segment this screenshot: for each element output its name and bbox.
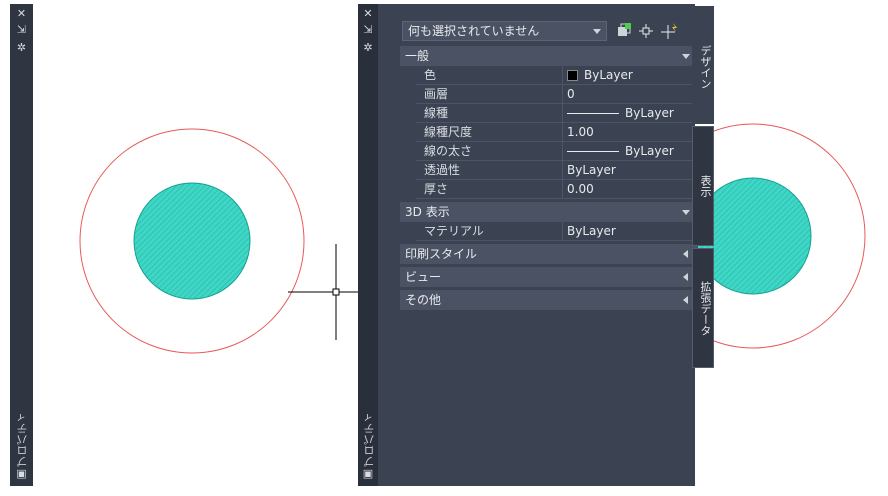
- property-value[interactable]: ByLayer: [562, 161, 698, 179]
- chevron-left-icon: [683, 273, 688, 281]
- section-general[interactable]: 一般: [400, 46, 698, 66]
- settings-icon[interactable]: ✲: [358, 42, 378, 54]
- section-plot-style[interactable]: 印刷スタイル: [400, 244, 698, 264]
- property-row-transparency[interactable]: 透過性 ByLayer: [416, 161, 698, 180]
- properties-palette: ✕ ⇲ ✲ プロパティ ▣ 何も選択されていません 一般 色 ByLayer 画…: [358, 4, 698, 486]
- palette-title: プロパティ: [16, 412, 29, 467]
- property-value[interactable]: ByLayer: [562, 104, 698, 122]
- property-name: 線種尺度: [424, 125, 473, 139]
- property-name: 画層: [424, 87, 449, 101]
- property-row-linetype[interactable]: 線種 ByLayer: [416, 104, 698, 123]
- tab-label: デザイン: [699, 45, 712, 89]
- property-value[interactable]: ByLayer: [562, 222, 698, 240]
- chevron-left-icon: [683, 250, 688, 258]
- chevron-down-icon: [593, 29, 601, 34]
- chevron-left-icon: [683, 296, 688, 304]
- property-name: マテリアル: [424, 224, 484, 238]
- selection-dropdown[interactable]: 何も選択されていません: [402, 21, 607, 41]
- pickbox: [332, 288, 340, 296]
- line-sample: [567, 151, 619, 152]
- property-row-layer[interactable]: 画層 0: [416, 85, 698, 104]
- section-label: 一般: [405, 49, 430, 63]
- property-row-thickness[interactable]: 厚さ 0.00: [416, 180, 698, 199]
- palette-title: プロパティ: [363, 412, 376, 467]
- section-label: 印刷スタイル: [405, 247, 478, 261]
- left-properties-palette: ✕ ⇲ ✲ プロパティ ▣: [10, 4, 33, 486]
- property-value[interactable]: ByLayer: [562, 142, 698, 160]
- chevron-down-icon: [682, 54, 690, 59]
- section-view[interactable]: ビュー: [400, 267, 698, 287]
- settings-icon[interactable]: ✲: [10, 42, 33, 54]
- property-name: 線種: [424, 106, 449, 120]
- tab-display[interactable]: 表示: [692, 126, 714, 246]
- property-row-material[interactable]: マテリアル ByLayer: [416, 222, 698, 241]
- property-row-linetype-scale[interactable]: 線種尺度 1.00: [416, 123, 698, 142]
- section-3d-visualization[interactable]: 3D 表示: [400, 202, 698, 222]
- tab-design[interactable]: デザイン: [692, 6, 714, 124]
- color-swatch: [567, 70, 578, 81]
- palette-content: 何も選択されていません 一般 色 ByLayer 画層 0 線種 ByLayer: [378, 4, 698, 486]
- line-sample: [567, 113, 619, 114]
- close-icon[interactable]: ✕: [358, 8, 378, 20]
- section-label: ビュー: [405, 270, 442, 284]
- pin-icon[interactable]: ⇲: [10, 24, 33, 36]
- section-label: 3D 表示: [405, 205, 450, 219]
- property-value[interactable]: 0: [562, 85, 698, 103]
- property-name: 透過性: [424, 163, 461, 177]
- palette-title-bar[interactable]: ✕ ⇲ ✲ プロパティ ▣: [358, 4, 378, 486]
- chevron-down-icon: [682, 210, 690, 215]
- select-objects-icon[interactable]: [636, 21, 656, 41]
- properties-icon[interactable]: ▣: [10, 468, 33, 480]
- property-row-color[interactable]: 色 ByLayer: [416, 66, 698, 85]
- properties-icon[interactable]: ▣: [358, 468, 378, 480]
- property-name: 線の太さ: [424, 144, 473, 158]
- drawing-canvas[interactable]: [34, 0, 358, 496]
- drawing-canvas-right[interactable]: [694, 0, 888, 496]
- property-name: 色: [424, 68, 437, 82]
- property-value[interactable]: 0.00: [562, 180, 698, 198]
- pin-icon[interactable]: ⇲: [358, 24, 378, 36]
- section-misc[interactable]: その他: [400, 290, 698, 310]
- quick-select-icon[interactable]: [660, 21, 680, 41]
- property-name: 厚さ: [424, 182, 449, 196]
- toggle-pickadd-icon[interactable]: [614, 21, 634, 41]
- tab-label: 表示: [699, 175, 712, 197]
- section-label: その他: [405, 293, 442, 307]
- tab-label: 拡張データ: [699, 281, 712, 336]
- close-icon[interactable]: ✕: [10, 8, 33, 20]
- property-value[interactable]: 1.00: [562, 123, 698, 141]
- property-row-lineweight[interactable]: 線の太さ ByLayer: [416, 142, 698, 161]
- selection-dropdown-value: 何も選択されていません: [408, 24, 540, 38]
- tab-extended-data[interactable]: 拡張データ: [692, 248, 714, 368]
- hatched-circle: [133, 182, 251, 300]
- property-value[interactable]: ByLayer: [562, 66, 698, 84]
